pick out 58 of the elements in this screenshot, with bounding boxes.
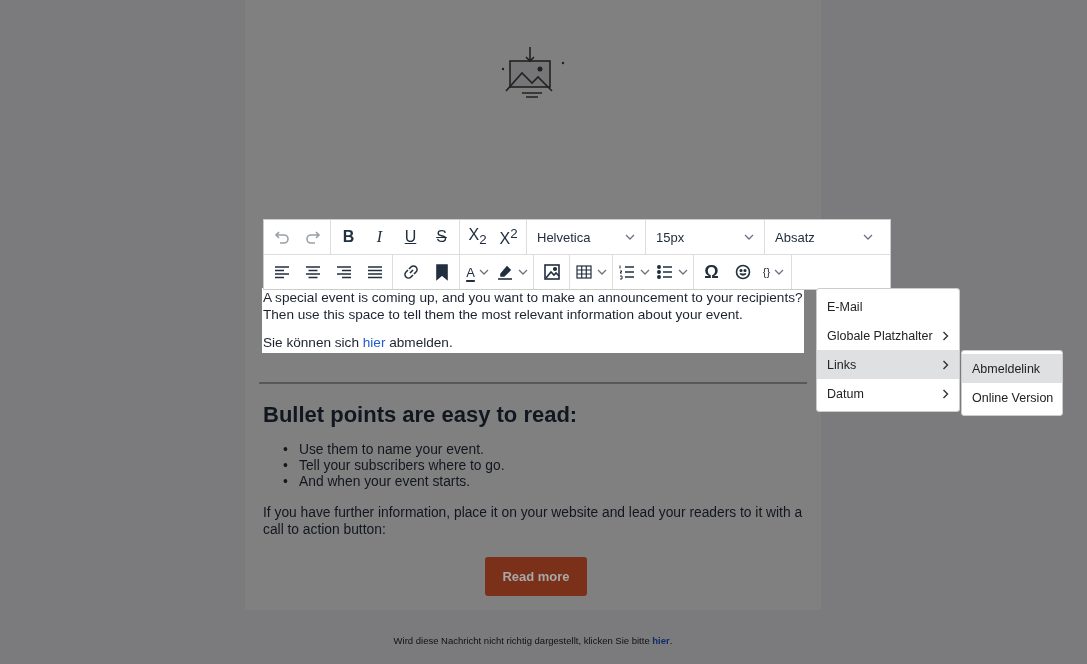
menu-item[interactable]: Datum xyxy=(817,379,959,408)
paragraph: A special event is coming up, and you want to make an announcement to your recipients? Then use this space to tell them the most relevant information about your event. xyxy=(263,289,803,323)
bullet-marker: • xyxy=(283,442,289,458)
dropdown-select[interactable]: Absatz xyxy=(767,223,881,251)
chevron-right-icon xyxy=(942,359,949,370)
heading: Bullet points are easy to read: xyxy=(263,402,579,428)
underline-button[interactable]: U xyxy=(395,223,426,251)
chevron-right-icon xyxy=(942,330,949,341)
menu-item[interactable]: Abmeldelink xyxy=(962,354,1062,383)
paragraph: If you have further information, place it on your website and lead your readers to it with a call to action button: xyxy=(263,504,804,538)
italic-button[interactable]: I xyxy=(364,223,395,251)
numbered-list-icon xyxy=(618,263,636,281)
subscript-button[interactable]: X$_{2}$ xyxy=(462,223,493,251)
bullet-item: And when your event starts. xyxy=(299,474,471,490)
bullet-item: Use them to name your event. xyxy=(299,442,484,458)
dropdown-select[interactable]: Helvetica xyxy=(529,223,643,251)
image-placeholder-icon xyxy=(500,45,566,101)
bold-button[interactable]: B xyxy=(333,223,364,251)
menu-item[interactable]: Links xyxy=(817,350,959,379)
table-icon xyxy=(575,263,593,281)
align-left-icon xyxy=(272,263,291,281)
marker-icon xyxy=(496,263,514,281)
image-icon xyxy=(542,263,561,281)
justify-icon xyxy=(365,263,384,281)
align-right-icon xyxy=(334,263,353,281)
unsubscribe-text: Sie können sich hier abmelden. xyxy=(263,334,454,351)
caret-icon xyxy=(597,269,607,275)
dropdown-select[interactable]: 15px xyxy=(648,223,762,251)
bullet-marker: • xyxy=(283,458,289,474)
menu-item[interactable]: Online Version xyxy=(962,383,1062,412)
menu-item[interactable]: E-Mail xyxy=(817,292,959,321)
caret-icon xyxy=(518,269,528,275)
superscript-button[interactable]: X$^{2}$ xyxy=(493,223,524,251)
placeholder-button[interactable]: {} xyxy=(758,258,789,286)
menu-item[interactable]: Globale Platzhalter xyxy=(817,321,959,350)
align-center-icon xyxy=(303,263,322,281)
bullet-marker: • xyxy=(283,474,289,490)
caret-icon xyxy=(678,269,688,275)
chevron-right-icon xyxy=(942,388,949,399)
undo-icon xyxy=(272,228,291,246)
caret-icon xyxy=(863,234,873,240)
bullet-item: Tell your subscribers where to go. xyxy=(299,458,505,474)
footer-text: Wird diese Nachricht nicht richtig dargestellt, klicken Sie bitte hier. xyxy=(392,635,674,646)
strike-button[interactable]: S xyxy=(426,223,457,251)
text-editor-area[interactable]: A special event is coming up, and you want to make an announcement to your recipients? Then use this space to tell them the most relevant information about your event. Sie können sich hier abmelden. xyxy=(262,288,804,353)
caret-icon xyxy=(625,234,635,240)
caret-icon xyxy=(774,269,785,275)
bullet-list-icon xyxy=(656,263,674,281)
redo-icon xyxy=(303,228,322,246)
read-more-button[interactable]: Read more xyxy=(485,557,587,596)
smiley-icon xyxy=(733,263,752,281)
caret-icon xyxy=(640,269,650,275)
caret-icon xyxy=(478,269,489,275)
special-char-button[interactable]: Ω xyxy=(696,258,727,286)
font-color-button[interactable]: A xyxy=(462,258,493,286)
link-icon xyxy=(401,263,420,281)
unsubscribe-link[interactable]: hier xyxy=(362,335,386,350)
caret-icon xyxy=(744,234,754,240)
